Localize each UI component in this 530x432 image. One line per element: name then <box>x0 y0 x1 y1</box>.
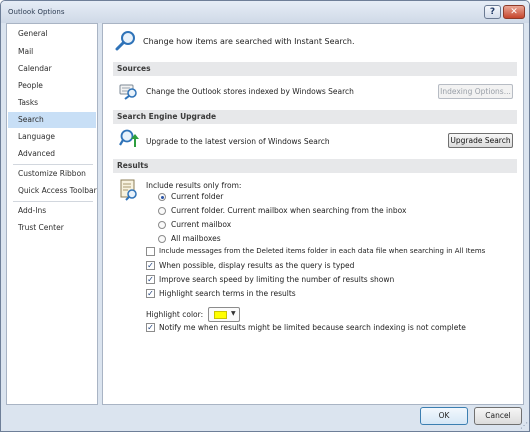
sidebar-item-advanced[interactable]: Advanced <box>8 146 96 162</box>
sources-header: Sources <box>113 62 517 76</box>
checkbox-improve-search-speed[interactable]: ✓ <box>146 275 155 284</box>
highlight-color-swatch <box>214 311 227 319</box>
help-icon: ? <box>489 7 496 17</box>
sidebar-item-customize-ribbon[interactable]: Customize Ribbon <box>8 166 96 182</box>
radio-current-folder-label: Current folder <box>171 192 224 201</box>
resize-grip-icon[interactable]: ⋰ <box>520 421 528 430</box>
checkbox-highlight-search-terms[interactable]: ✓ <box>146 289 155 298</box>
sidebar-divider <box>13 164 93 165</box>
radio-current-folder[interactable] <box>158 193 166 201</box>
radio-current-mailbox[interactable] <box>158 221 166 229</box>
radio-current-mailbox-label: Current mailbox <box>171 220 232 229</box>
upgrade-description: Upgrade to the latest version of Windows… <box>146 137 330 146</box>
chevron-down-icon: ▼ <box>231 310 236 317</box>
sidebar-item-language[interactable]: Language <box>8 129 96 145</box>
magnifier-icon <box>115 31 135 51</box>
sidebar-item-trust-center[interactable]: Trust Center <box>8 220 96 236</box>
upgrade-search-button[interactable]: Upgrade Search <box>448 133 513 148</box>
sidebar-item-mail[interactable]: Mail <box>8 44 96 60</box>
checkbox-include-deleted-items[interactable] <box>146 247 155 256</box>
highlight-color-label: Highlight color: <box>146 310 204 319</box>
include-results-label: Include results only from: <box>146 181 242 190</box>
sidebar-item-add-ins[interactable]: Add-Ins <box>8 203 96 219</box>
sidebar-item-calendar[interactable]: Calendar <box>8 61 96 77</box>
close-button[interactable]: ✕ <box>503 5 525 19</box>
outlook-options-window: Outlook Options ? ✕ General Mail Calenda… <box>0 0 530 432</box>
sources-description: Change the Outlook stores indexed by Win… <box>146 87 354 96</box>
sidebar-item-quick-access-toolbar[interactable]: Quick Access Toolbar <box>8 183 97 199</box>
search-options-panel: Change how items are searched with Insta… <box>102 23 524 405</box>
sidebar-item-search[interactable]: Search <box>8 112 96 128</box>
radio-current-folder-mailbox-inbox-label: Current folder. Current mailbox when sea… <box>171 206 407 215</box>
sidebar-item-tasks[interactable]: Tasks <box>8 95 96 111</box>
radio-all-mailboxes[interactable] <box>158 235 166 243</box>
checkbox-include-deleted-items-label: Include messages from the Deleted items … <box>159 247 486 255</box>
checkbox-display-results-as-typed-label: When possible, display results as the qu… <box>159 261 355 270</box>
ok-button[interactable]: OK <box>420 407 468 425</box>
highlight-color-picker[interactable]: ▼ <box>208 307 240 322</box>
checkbox-improve-search-speed-label: Improve search speed by limiting the num… <box>159 275 395 284</box>
indexing-icon <box>119 84 137 100</box>
cancel-button[interactable]: Cancel <box>474 407 522 425</box>
checkbox-notify-indexing-incomplete[interactable]: ✓ <box>146 323 155 332</box>
sidebar: General Mail Calendar People Tasks Searc… <box>6 23 98 405</box>
checkbox-highlight-search-terms-label: Highlight search terms in the results <box>159 289 296 298</box>
help-button[interactable]: ? <box>484 5 501 19</box>
search-engine-upgrade-header: Search Engine Upgrade <box>113 110 517 124</box>
radio-current-folder-mailbox-inbox[interactable] <box>158 207 166 215</box>
radio-all-mailboxes-label: All mailboxes <box>171 234 221 243</box>
title-bar: Outlook Options ? ✕ <box>1 1 529 23</box>
upgrade-search-icon <box>119 129 139 147</box>
checkbox-notify-indexing-incomplete-label: Notify me when results might be limited … <box>159 323 466 332</box>
sidebar-divider <box>13 201 93 202</box>
sidebar-item-general[interactable]: General <box>8 26 96 42</box>
sidebar-item-people[interactable]: People <box>8 78 96 94</box>
results-header: Results <box>113 159 517 173</box>
intro-text: Change how items are searched with Insta… <box>143 37 355 46</box>
window-title: Outlook Options <box>8 8 65 16</box>
close-icon: ✕ <box>510 7 518 17</box>
checkbox-display-results-as-typed[interactable]: ✓ <box>146 261 155 270</box>
indexing-options-button[interactable]: Indexing Options... <box>438 84 513 99</box>
results-document-icon <box>120 179 137 201</box>
